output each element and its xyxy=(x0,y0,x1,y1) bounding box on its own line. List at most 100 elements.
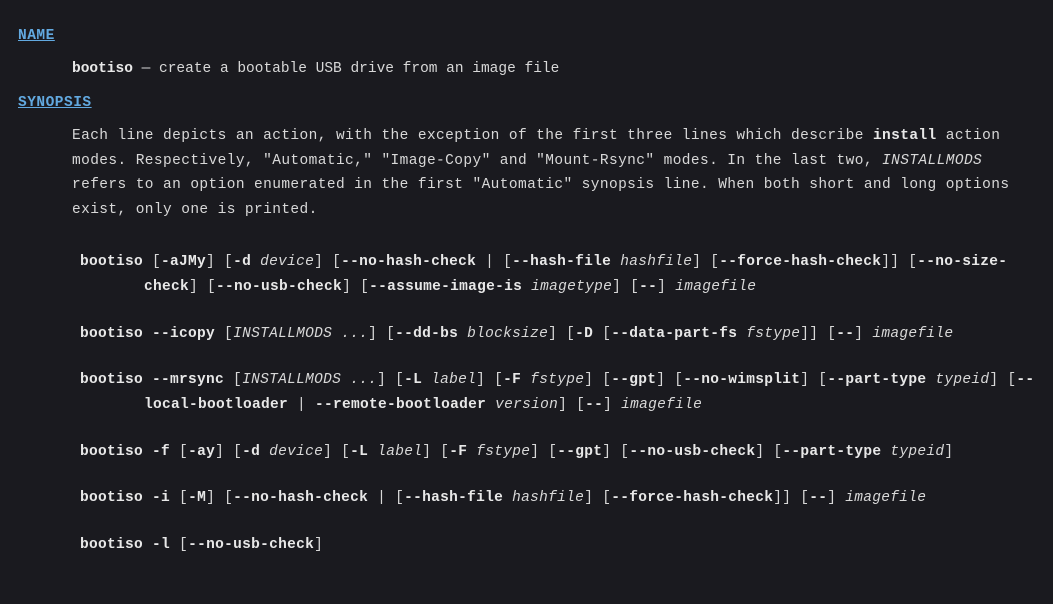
syntax-punct: ] [ xyxy=(584,490,611,506)
syntax-punct xyxy=(143,326,152,342)
synopsis-intro: Each line depicts an action, with the ex… xyxy=(72,124,1035,223)
option-flag: -M xyxy=(188,490,206,506)
synopsis-line: bootiso --mrsync [INSTALLMODS ...] [-L l… xyxy=(80,368,1035,417)
synopsis-cmd: bootiso xyxy=(80,326,143,342)
option-flag: -F xyxy=(449,444,467,460)
syntax-punct xyxy=(260,444,269,460)
syntax-punct: [ xyxy=(215,326,233,342)
syntax-punct: | xyxy=(288,397,315,413)
synopsis-line: bootiso -l [--no-usb-check] xyxy=(80,533,1035,558)
syntax-punct: ] [ xyxy=(342,279,369,295)
syntax-punct xyxy=(737,326,746,342)
syntax-punct: [ xyxy=(170,444,188,460)
syntax-punct: ] [ xyxy=(215,444,242,460)
option-flag: --hash-file xyxy=(512,254,611,270)
synopsis-heading: SYNOPSIS xyxy=(18,91,1035,116)
syntax-punct xyxy=(251,254,260,270)
syntax-punct: ] [ xyxy=(558,397,585,413)
option-flag: -l xyxy=(152,537,170,553)
option-flag: --remote-bootloader xyxy=(315,397,486,413)
option-arg: label xyxy=(431,372,476,388)
option-flag: -D xyxy=(575,326,593,342)
option-arg: blocksize xyxy=(467,326,548,342)
option-arg: fstype xyxy=(746,326,800,342)
option-flag: --no-hash-check xyxy=(341,254,476,270)
option-flag: --gpt xyxy=(611,372,656,388)
option-arg: typeid xyxy=(935,372,989,388)
option-flag: -L xyxy=(350,444,368,460)
syntax-punct: ] [ xyxy=(530,444,557,460)
option-arg: imagetype xyxy=(531,279,612,295)
option-flag: -i xyxy=(152,490,170,506)
syntax-punct: ] [ xyxy=(656,372,683,388)
option-flag: -d xyxy=(233,254,251,270)
syntax-punct xyxy=(503,490,512,506)
syntax-punct xyxy=(458,326,467,342)
syntax-punct: ] [ xyxy=(323,444,350,460)
syntax-punct: ] [ xyxy=(368,326,395,342)
option-arg: imagefile xyxy=(621,397,702,413)
name-dash: — xyxy=(133,61,159,77)
intro-bold: install xyxy=(873,128,937,144)
syntax-punct: ] [ xyxy=(800,372,827,388)
option-flag: -aJMy xyxy=(161,254,206,270)
option-flag: --hash-file xyxy=(404,490,503,506)
option-arg: imagefile xyxy=(845,490,926,506)
syntax-punct xyxy=(521,372,530,388)
syntax-punct xyxy=(926,372,935,388)
option-flag: -- xyxy=(639,279,657,295)
syntax-punct xyxy=(368,444,377,460)
option-arg: fstype xyxy=(530,372,584,388)
synopsis-line: bootiso --icopy [INSTALLMODS ...] [--dd-… xyxy=(80,322,1035,347)
syntax-punct: ] [ xyxy=(548,326,575,342)
syntax-punct: ] xyxy=(854,326,872,342)
syntax-punct: [ xyxy=(170,537,188,553)
synopsis-cmd: bootiso xyxy=(80,444,143,460)
synopsis-cmd: bootiso xyxy=(80,490,143,506)
option-flag: --icopy xyxy=(152,326,215,342)
option-flag: -d xyxy=(242,444,260,460)
option-arg: label xyxy=(377,444,422,460)
syntax-punct: ]] [ xyxy=(800,326,836,342)
syntax-punct: ] [ xyxy=(377,372,404,388)
synopsis-line: bootiso [-aJMy] [-d device] [--no-hash-c… xyxy=(80,250,1035,299)
synopsis-lines: bootiso [-aJMy] [-d device] [--no-hash-c… xyxy=(18,250,1035,557)
option-flag: --no-wimsplit xyxy=(683,372,800,388)
option-arg: version xyxy=(495,397,558,413)
syntax-punct: ] [ xyxy=(989,372,1016,388)
option-arg: device xyxy=(269,444,323,460)
option-flag: --assume-image-is xyxy=(369,279,522,295)
option-flag: --data-part-fs xyxy=(611,326,737,342)
syntax-punct: ] [ xyxy=(755,444,782,460)
syntax-punct: ] [ xyxy=(422,444,449,460)
name-cmd: bootiso xyxy=(72,61,133,77)
syntax-punct: [ xyxy=(593,326,611,342)
option-arg: typeid xyxy=(890,444,944,460)
option-flag: -F xyxy=(503,372,521,388)
syntax-punct xyxy=(611,254,620,270)
syntax-punct: ] [ xyxy=(189,279,216,295)
option-flag: --gpt xyxy=(557,444,602,460)
syntax-punct xyxy=(143,490,152,506)
option-arg: device xyxy=(260,254,314,270)
syntax-punct: | [ xyxy=(476,254,512,270)
option-flag: --no-hash-check xyxy=(233,490,368,506)
syntax-punct: ] xyxy=(827,490,845,506)
option-flag: --dd-bs xyxy=(395,326,458,342)
option-arg: fstype xyxy=(476,444,530,460)
synopsis-cmd: bootiso xyxy=(80,372,143,388)
option-flag: -L xyxy=(404,372,422,388)
syntax-punct xyxy=(422,372,431,388)
option-arg: INSTALLMODS ... xyxy=(242,372,377,388)
name-desc: create a bootable USB drive from an imag… xyxy=(159,61,559,77)
option-flag: -f xyxy=(152,444,170,460)
syntax-punct: ] [ xyxy=(314,254,341,270)
option-arg: hashfile xyxy=(512,490,584,506)
syntax-punct: | [ xyxy=(368,490,404,506)
syntax-punct: [ xyxy=(143,254,161,270)
syntax-punct xyxy=(143,372,152,388)
option-arg: imagefile xyxy=(872,326,953,342)
syntax-punct: ] xyxy=(944,444,953,460)
option-flag: -- xyxy=(836,326,854,342)
name-line: bootiso — create a bootable USB drive fr… xyxy=(72,57,1035,82)
